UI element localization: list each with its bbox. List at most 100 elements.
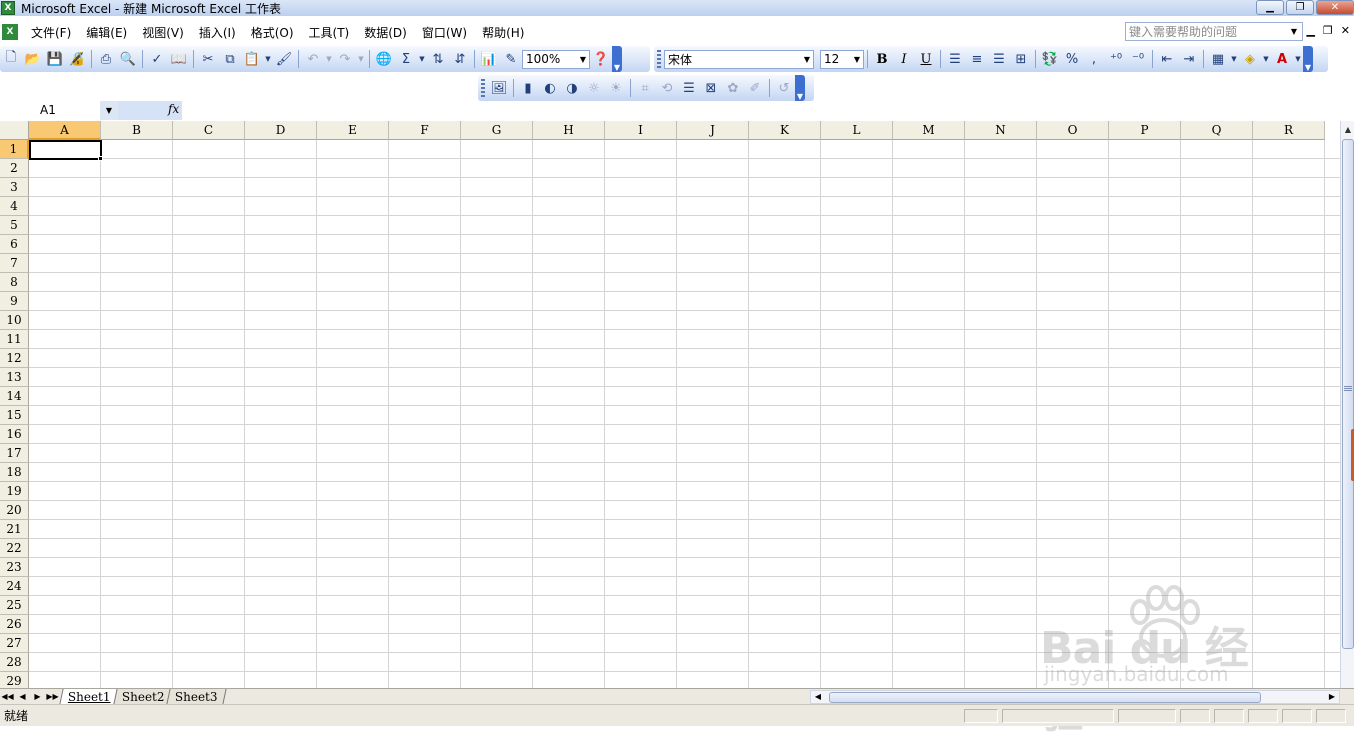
less-brightness-icon[interactable]: ☀ (605, 77, 627, 99)
drawing-icon[interactable]: ✎ (500, 48, 522, 70)
column-header-r[interactable]: R (1253, 121, 1325, 140)
row-header-10[interactable]: 10 (0, 311, 29, 330)
row-header-5[interactable]: 5 (0, 216, 29, 235)
spelling-icon[interactable]: ✓ (146, 48, 168, 70)
restore-button[interactable]: ❐ (1286, 0, 1314, 15)
row-header-9[interactable]: 9 (0, 292, 29, 311)
set-transparent-icon[interactable]: ✐ (744, 77, 766, 99)
hyperlink-icon[interactable]: 🌐 (373, 48, 395, 70)
row-header-1[interactable]: 1 (0, 140, 29, 159)
column-header-i[interactable]: I (605, 121, 677, 140)
select-all-corner[interactable] (0, 121, 29, 140)
excel-app-icon[interactable]: X (1, 1, 15, 15)
bold-button[interactable]: B (871, 48, 893, 70)
menu-view[interactable]: 视图(V) (140, 22, 186, 43)
menu-insert[interactable]: 插入(I) (197, 22, 238, 43)
print-preview-icon[interactable]: 🔍 (117, 48, 139, 70)
align-right-icon[interactable]: ☰ (988, 48, 1010, 70)
decrease-indent-icon[interactable]: ⇤ (1156, 48, 1178, 70)
scroll-right-icon[interactable]: ▶ (1325, 691, 1339, 703)
row-header-15[interactable]: 15 (0, 406, 29, 425)
scroll-left-icon[interactable]: ◀ (811, 691, 825, 703)
more-brightness-icon[interactable]: ☼ (583, 77, 605, 99)
row-header-13[interactable]: 13 (0, 368, 29, 387)
column-header-n[interactable]: N (965, 121, 1037, 140)
row-header-25[interactable]: 25 (0, 596, 29, 615)
column-header-j[interactable]: J (677, 121, 749, 140)
format-painter-icon[interactable]: 🖌 (273, 48, 295, 70)
increase-decimal-icon[interactable]: ⁺⁰ (1105, 48, 1127, 70)
sheet-tab-sheet3[interactable]: Sheet3 (166, 689, 227, 704)
vertical-scroll-thumb[interactable] (1342, 139, 1354, 649)
column-header-m[interactable]: M (893, 121, 965, 140)
cut-icon[interactable]: ✂ (197, 48, 219, 70)
menu-data[interactable]: 数据(D) (362, 22, 409, 43)
row-header-12[interactable]: 12 (0, 349, 29, 368)
scroll-up-icon[interactable]: ▲ (1341, 121, 1354, 137)
more-contrast-icon[interactable]: ◐ (539, 77, 561, 99)
row-header-29[interactable]: 29 (0, 672, 29, 688)
row-header-20[interactable]: 20 (0, 501, 29, 520)
fill-handle[interactable] (98, 156, 103, 161)
row-header-8[interactable]: 8 (0, 273, 29, 292)
close-button[interactable]: ✕ (1316, 0, 1354, 15)
chevron-down-icon[interactable]: ▼ (1286, 27, 1302, 36)
toolbar-options-icon[interactable]: ▼ (795, 75, 805, 101)
comma-style-button[interactable]: , (1083, 48, 1105, 70)
zoom-select[interactable]: 100% ▼ (522, 49, 590, 69)
row-header-24[interactable]: 24 (0, 577, 29, 596)
column-header-e[interactable]: E (317, 121, 389, 140)
sheet-tab-sheet1[interactable]: Sheet1 (59, 689, 120, 704)
redo-dropdown-icon[interactable]: ▼ (356, 48, 366, 70)
row-header-26[interactable]: 26 (0, 615, 29, 634)
column-header-c[interactable]: C (173, 121, 245, 140)
paste-dropdown-icon[interactable]: ▼ (263, 48, 273, 70)
chart-wizard-icon[interactable]: 📊 (478, 48, 500, 70)
horizontal-scroll-thumb[interactable] (829, 692, 1261, 703)
undo-icon[interactable]: ↶ (302, 48, 324, 70)
menu-format[interactable]: 格式(O) (249, 22, 296, 43)
column-header-f[interactable]: F (389, 121, 461, 140)
column-header-o[interactable]: O (1037, 121, 1109, 140)
research-icon[interactable]: 📖 (168, 48, 190, 70)
undo-dropdown-icon[interactable]: ▼ (324, 48, 334, 70)
sheet-tab-sheet2[interactable]: Sheet2 (113, 689, 173, 704)
insert-picture-icon[interactable]: 🖼 (488, 77, 510, 99)
row-header-18[interactable]: 18 (0, 463, 29, 482)
font-color-dropdown-icon[interactable]: ▼ (1293, 48, 1303, 70)
row-header-11[interactable]: 11 (0, 330, 29, 349)
paste-icon[interactable]: 📋 (241, 48, 263, 70)
name-box[interactable]: A1 ▼ (0, 101, 118, 120)
percent-button[interactable]: % (1061, 48, 1083, 70)
align-center-icon[interactable]: ≡ (966, 48, 988, 70)
italic-button[interactable]: I (893, 48, 915, 70)
column-header-g[interactable]: G (461, 121, 533, 140)
row-header-22[interactable]: 22 (0, 539, 29, 558)
copy-icon[interactable]: ⧉ (219, 48, 241, 70)
font-name-select[interactable]: 宋体 ▼ (664, 49, 814, 69)
row-header-14[interactable]: 14 (0, 387, 29, 406)
fill-color-icon[interactable]: ◈ (1239, 48, 1261, 70)
permission-icon[interactable]: 🔏 (66, 48, 88, 70)
borders-dropdown-icon[interactable]: ▼ (1229, 48, 1239, 70)
sort-descending-icon[interactable]: ⇵ (449, 48, 471, 70)
menu-file[interactable]: 文件(F) (29, 22, 73, 43)
borders-icon[interactable]: ▦ (1207, 48, 1229, 70)
redo-icon[interactable]: ↷ (334, 48, 356, 70)
currency-icon[interactable]: 💱 (1039, 48, 1061, 70)
line-style-icon[interactable]: ☰ (678, 77, 700, 99)
last-sheet-icon[interactable]: ▶▶ (45, 692, 60, 701)
rotate-icon[interactable]: ⟲ (656, 77, 678, 99)
row-header-19[interactable]: 19 (0, 482, 29, 501)
menu-tools[interactable]: 工具(T) (307, 22, 352, 43)
row-header-4[interactable]: 4 (0, 197, 29, 216)
toolbar-options-icon[interactable]: ▼ (612, 46, 622, 72)
prev-sheet-icon[interactable]: ◀ (15, 692, 30, 701)
column-header-a[interactable]: A (29, 121, 101, 140)
less-contrast-icon[interactable]: ◑ (561, 77, 583, 99)
row-header-6[interactable]: 6 (0, 235, 29, 254)
toolbar-options-icon[interactable]: ▼ (1303, 46, 1313, 72)
align-left-icon[interactable]: ☰ (944, 48, 966, 70)
vertical-scrollbar[interactable]: ▲ (1340, 121, 1354, 688)
color-icon[interactable]: ▮ (517, 77, 539, 99)
